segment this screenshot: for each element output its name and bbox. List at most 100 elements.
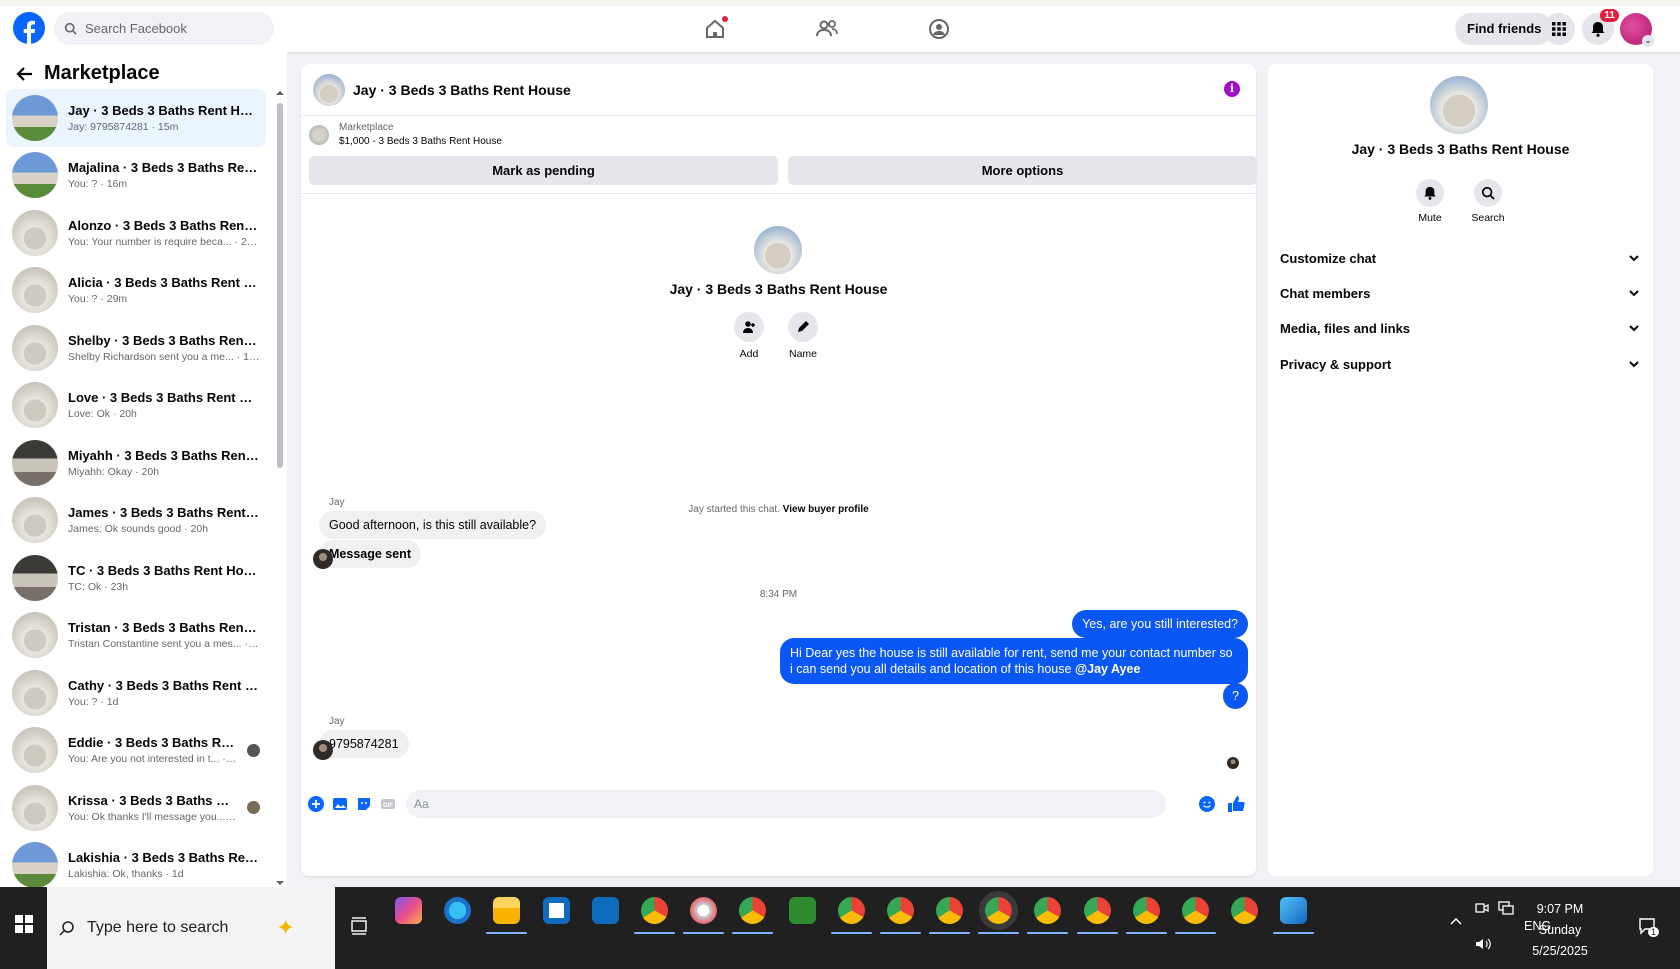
chrome-window-icon[interactable] <box>1125 897 1167 934</box>
conversation-item[interactable]: Alonzo · 3 Beds 3 Baths Rent H... You: Yo… <box>6 204 266 262</box>
chevron-down-icon <box>1628 252 1640 264</box>
conversation-item[interactable]: Tristan · 3 Beds 3 Baths Rent Ho... Trist… <box>6 607 266 665</box>
taskbar-search-box[interactable]: Type here to search ✦ <box>47 887 335 969</box>
notification-center-icon[interactable]: 1 <box>1638 917 1660 937</box>
message-bubble[interactable]: Good afternoon, is this still available? <box>319 511 547 539</box>
home-icon[interactable] <box>700 14 730 44</box>
app-icon[interactable] <box>683 897 725 934</box>
message-bubble[interactable]: 9795874281 <box>319 730 409 758</box>
conversation-name: Alonzo · 3 Beds 3 Baths Rent H... <box>68 217 260 233</box>
message-input[interactable]: Aa <box>406 790 1166 818</box>
avatar[interactable] <box>313 73 345 106</box>
avatar <box>12 784 58 831</box>
chrome-window-icon[interactable] <box>1175 897 1216 934</box>
avatar <box>12 497 58 544</box>
clock[interactable]: 9:07 PM Sunday 5/25/2025 <box>1520 899 1600 962</box>
spreadsheet-icon[interactable] <box>788 897 816 924</box>
file-explorer-icon[interactable] <box>486 897 528 934</box>
task-view-icon[interactable] <box>350 917 368 935</box>
chrome-profile-icon[interactable] <box>732 897 774 934</box>
chrome-window-icon[interactable] <box>1076 897 1118 934</box>
sticker-icon[interactable] <box>355 795 373 813</box>
network-icon[interactable] <box>1498 901 1514 915</box>
conversation-name: TC · 3 Beds 3 Baths Rent House <box>68 562 260 578</box>
facebook-logo[interactable] <box>13 12 45 44</box>
windows-start-icon[interactable] <box>15 915 33 933</box>
chrome-window-active-icon[interactable] <box>978 891 1020 934</box>
conversation-preview: You: Ok thanks I'll message you... · 1d <box>68 810 237 823</box>
name-label: Name <box>788 348 817 360</box>
sender-name: Jay <box>329 497 345 508</box>
conversation-preview: James: Ok sounds good · 20h <box>68 523 209 536</box>
conversation-item[interactable]: James · 3 Beds 3 Baths Rent Ho... James: … <box>6 492 266 550</box>
volume-icon[interactable] <box>1475 937 1491 951</box>
chevron-up-icon[interactable] <box>1450 917 1462 925</box>
chrome-window-icon[interactable] <box>929 897 971 934</box>
customize-chat-row[interactable]: Customize chat <box>1280 243 1640 273</box>
scrollbar-thumb[interactable] <box>277 103 283 468</box>
meet-now-icon[interactable] <box>1475 901 1489 915</box>
mark-as-pending-button[interactable]: Mark as pending <box>309 156 778 185</box>
menu-grid-button[interactable] <box>1543 13 1575 45</box>
listing-title: $1,000 - 3 Beds 3 Baths Rent House <box>339 136 502 147</box>
chrome-window-icon[interactable] <box>1027 897 1069 934</box>
copilot-icon[interactable] <box>395 897 422 924</box>
emoji-icon[interactable] <box>1198 795 1216 813</box>
photos-icon[interactable] <box>1273 897 1315 934</box>
media-files-links-row[interactable]: Media, files and links <box>1280 313 1640 343</box>
gif-icon[interactable]: GIF <box>379 795 397 813</box>
find-friends-button[interactable]: Find friends <box>1455 13 1554 45</box>
back-arrow-icon[interactable] <box>16 65 34 83</box>
search-in-conversation-button[interactable]: Search <box>1463 179 1513 224</box>
conversation-item[interactable]: Cathy · 3 Beds 3 Baths Rent Ho... You: ? … <box>6 664 266 722</box>
conversation-scrollbar[interactable] <box>275 89 285 887</box>
outlook-icon[interactable] <box>591 897 619 924</box>
plus-circle-icon[interactable] <box>307 795 325 813</box>
conversation-item[interactable]: Eddie · 3 Beds 3 Baths Rent H... You: Are… <box>6 722 266 780</box>
notifications-button[interactable]: 11 <box>1582 9 1619 45</box>
message-bubble[interactable]: Message sent <box>319 540 421 568</box>
top-navigation-bar: Search Facebook Find friends 11 ⌄ <box>0 0 1680 52</box>
avatar <box>12 267 58 314</box>
groups-icon[interactable] <box>924 14 954 44</box>
view-buyer-profile-link[interactable]: View buyer profile <box>783 504 869 515</box>
more-options-button[interactable]: More options <box>788 156 1257 185</box>
conversation-item[interactable]: TC · 3 Beds 3 Baths Rent House TC: Ok · 2… <box>6 549 266 607</box>
chat-members-row[interactable]: Chat members <box>1280 278 1640 308</box>
conversation-preview: You: ? · 1d <box>68 695 119 708</box>
conversation-item[interactable]: Shelby · 3 Beds 3 Baths Rent Ho... Shelby… <box>6 319 266 377</box>
conversation-item[interactable]: Lakishia · 3 Beds 3 Baths Rent H... Lakis… <box>6 837 266 887</box>
home-notification-dot <box>722 16 728 22</box>
mute-button[interactable]: Mute <box>1405 179 1455 224</box>
sparkle-icon: ✦ <box>276 915 295 940</box>
photo-icon[interactable] <box>331 795 349 813</box>
store-icon[interactable] <box>542 897 570 924</box>
conversation-item[interactable]: Jay · 3 Beds 3 Baths Rent House Jay: 9795… <box>6 89 266 147</box>
chrome-window-icon[interactable] <box>830 897 872 934</box>
sent-message-bubble[interactable]: Yes, are you still interested? <box>1072 610 1248 638</box>
account-avatar[interactable]: ⌄ <box>1620 13 1654 47</box>
conversation-item[interactable]: Miyahh · 3 Beds 3 Baths Rent H... Miyahh:… <box>6 434 266 492</box>
search-facebook-input[interactable]: Search Facebook <box>54 12 274 45</box>
edge-icon[interactable] <box>444 897 472 924</box>
friends-icon[interactable] <box>812 14 842 44</box>
mention[interactable]: @Jay Ayee <box>1075 662 1140 676</box>
chrome-window-icon[interactable] <box>1231 897 1259 924</box>
chat-title[interactable]: Jay · 3 Beds 3 Baths Rent House <box>353 82 571 98</box>
conversation-item[interactable]: Krissa · 3 Beds 3 Baths Rent H... You: Ok… <box>6 779 266 837</box>
chrome-window-icon[interactable] <box>879 897 921 934</box>
name-button[interactable]: Name <box>778 312 828 360</box>
chrome-icon[interactable] <box>633 897 675 934</box>
sent-message-bubble[interactable]: Hi Dear yes the house is still available… <box>780 638 1248 684</box>
listing-info[interactable]: Marketplace $1,000 - 3 Beds 3 Baths Rent… <box>309 122 502 147</box>
thumbs-up-icon[interactable] <box>1227 795 1245 813</box>
conversation-item[interactable]: Love · 3 Beds 3 Baths Rent House Love: Ok… <box>6 377 266 435</box>
conversation-preview: You: Are you not interested in t... · 1d <box>68 753 237 766</box>
info-icon[interactable]: i <box>1224 81 1240 97</box>
privacy-support-row[interactable]: Privacy & support <box>1280 349 1640 379</box>
chat-name: Jay · 3 Beds 3 Baths Rent House <box>669 281 888 297</box>
conversation-item[interactable]: Majalina · 3 Beds 3 Baths Rent ... You: ?… <box>6 147 266 205</box>
sent-message-bubble[interactable]: ? <box>1223 683 1248 709</box>
conversation-item[interactable]: Alicia · 3 Beds 3 Baths Rent Hou... You: … <box>6 262 266 320</box>
add-button[interactable]: Add <box>724 312 774 360</box>
